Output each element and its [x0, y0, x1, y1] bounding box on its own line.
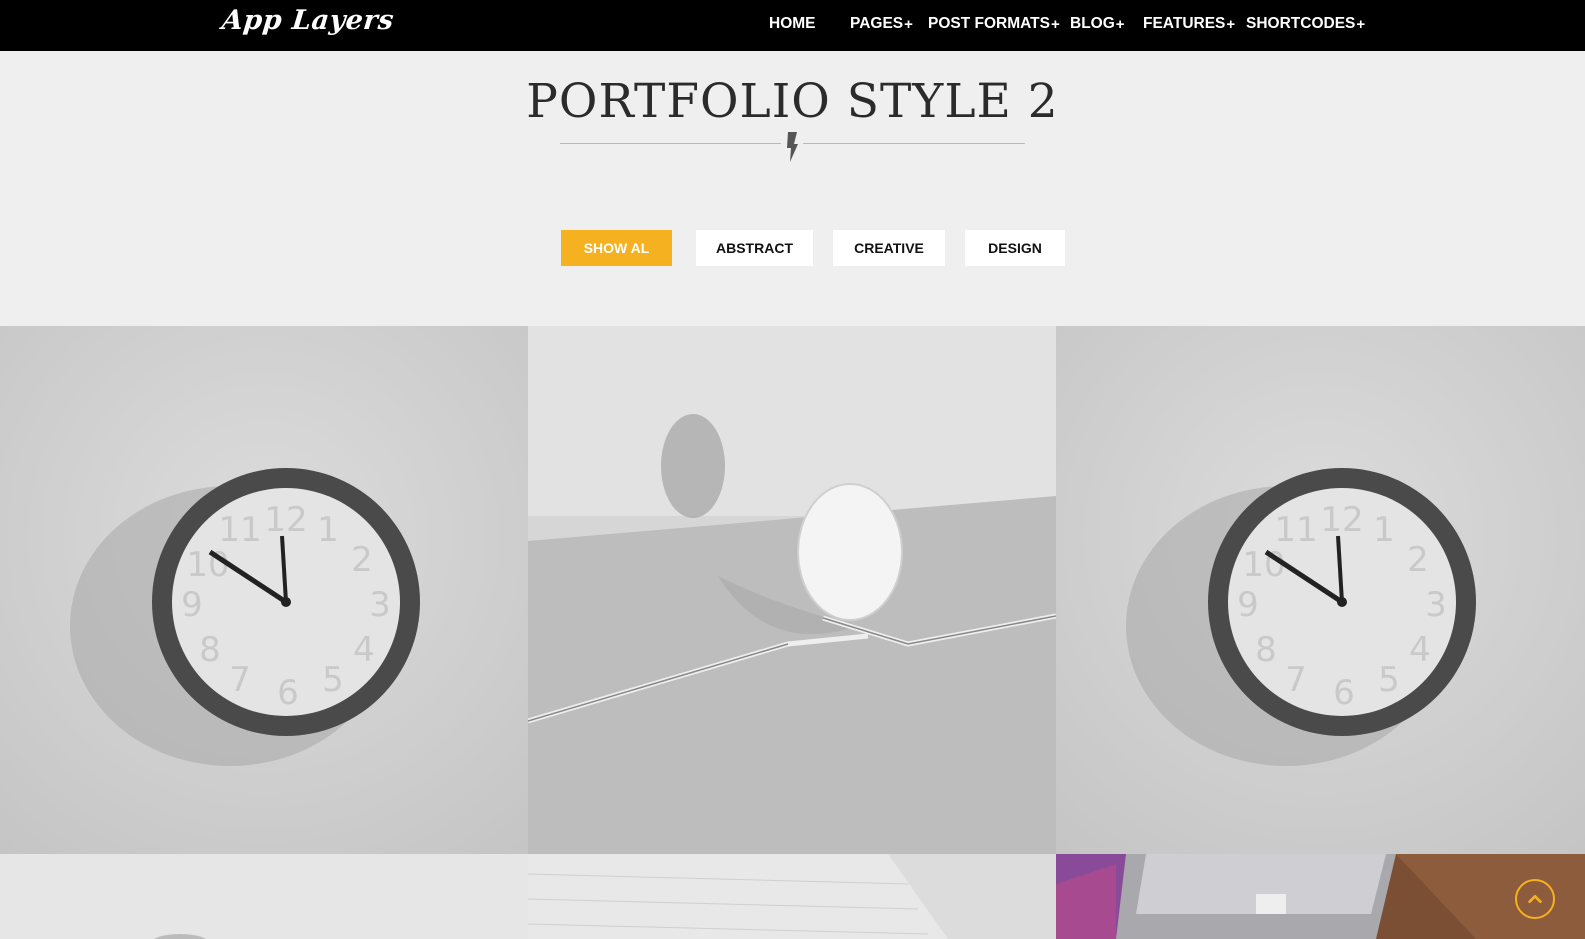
portfolio-item-egg-forks[interactable]: [528, 326, 1056, 854]
nav-pages[interactable]: PAGES +: [850, 15, 913, 33]
svg-text:1: 1: [1373, 510, 1395, 550]
nav-home-label: HOME: [769, 15, 816, 32]
filter-creative-button[interactable]: CREATIVE: [833, 230, 945, 266]
nav-post-formats[interactable]: POST FORMATS +: [928, 15, 1060, 33]
svg-text:10: 10: [1242, 545, 1285, 585]
nav-blog[interactable]: BLOG +: [1070, 15, 1125, 33]
portfolio-item-wall-clock[interactable]: 12 1 2 345 678 9 10 11: [0, 326, 528, 854]
paper-pages-image: [528, 854, 1056, 939]
svg-text:7: 7: [229, 660, 251, 700]
svg-text:9: 9: [1237, 585, 1259, 625]
filter-abstract-button[interactable]: ABSTRACT: [696, 230, 813, 266]
nav-post-formats-label: POST FORMATS: [928, 15, 1050, 32]
svg-text:2: 2: [351, 540, 373, 580]
svg-text:7: 7: [1285, 660, 1307, 700]
nav-home[interactable]: HOME: [769, 15, 816, 33]
filter-design-button[interactable]: DESIGN: [965, 230, 1065, 266]
lightning-bolt-icon: [781, 130, 803, 164]
wall-clock-image: 12 12 345 678 91011: [1056, 326, 1585, 854]
nav-blog-label: BLOG: [1070, 15, 1115, 32]
nav-shortcodes-label: SHORTCODES: [1246, 15, 1356, 32]
svg-text:12: 12: [1320, 500, 1363, 540]
egg-on-forks-image: [528, 326, 1056, 854]
portfolio-item-laptop[interactable]: [1056, 854, 1585, 939]
svg-text:6: 6: [1333, 673, 1355, 713]
svg-text:9: 9: [181, 585, 203, 625]
page-title: PORTFOLIO STYLE 2: [526, 74, 1059, 129]
chevron-up-icon: [1528, 894, 1542, 904]
laptop-on-wood-image: [1056, 854, 1585, 939]
svg-text:8: 8: [1255, 630, 1277, 670]
svg-text:5: 5: [322, 660, 344, 700]
svg-text:3: 3: [1425, 585, 1447, 625]
svg-text:11: 11: [1274, 510, 1317, 550]
plus-icon: +: [904, 15, 913, 33]
wall-clock-image: 12 12 345 678 91011: [0, 326, 528, 854]
svg-text:12: 12: [264, 500, 307, 540]
svg-text:8: 8: [199, 630, 221, 670]
svg-text:5: 5: [1378, 660, 1400, 700]
top-navbar: App Layers HOME PAGES + POST FORMATS + B…: [0, 0, 1585, 51]
svg-text:10: 10: [186, 545, 229, 585]
svg-text:4: 4: [353, 630, 375, 670]
plus-icon: +: [1356, 15, 1366, 33]
svg-text:4: 4: [1409, 630, 1431, 670]
plus-icon: +: [1226, 15, 1236, 33]
plus-icon: +: [1051, 15, 1060, 33]
filter-show-all-button[interactable]: SHOW AL: [561, 230, 672, 266]
grayscale-image: [0, 854, 528, 939]
svg-text:3: 3: [369, 585, 391, 625]
nav-pages-label: PAGES: [850, 15, 904, 32]
portfolio-item-wall-clock[interactable]: 12 1 2 345 678 9 10 11: [1056, 326, 1585, 854]
plus-icon: +: [1115, 15, 1125, 33]
portfolio-item-paper[interactable]: [528, 854, 1056, 939]
nav-shortcodes[interactable]: SHORTCODES +: [1246, 15, 1365, 33]
svg-text:6: 6: [277, 673, 299, 713]
nav-features-label: FEATURES: [1143, 15, 1226, 32]
site-logo[interactable]: App Layers: [220, 5, 395, 36]
svg-text:1: 1: [317, 510, 339, 550]
svg-text:11: 11: [218, 510, 261, 550]
nav-features[interactable]: FEATURES +: [1143, 15, 1235, 33]
portfolio-item-grayscale[interactable]: [0, 854, 528, 939]
svg-text:2: 2: [1407, 540, 1429, 580]
scroll-to-top-button[interactable]: [1515, 879, 1555, 919]
